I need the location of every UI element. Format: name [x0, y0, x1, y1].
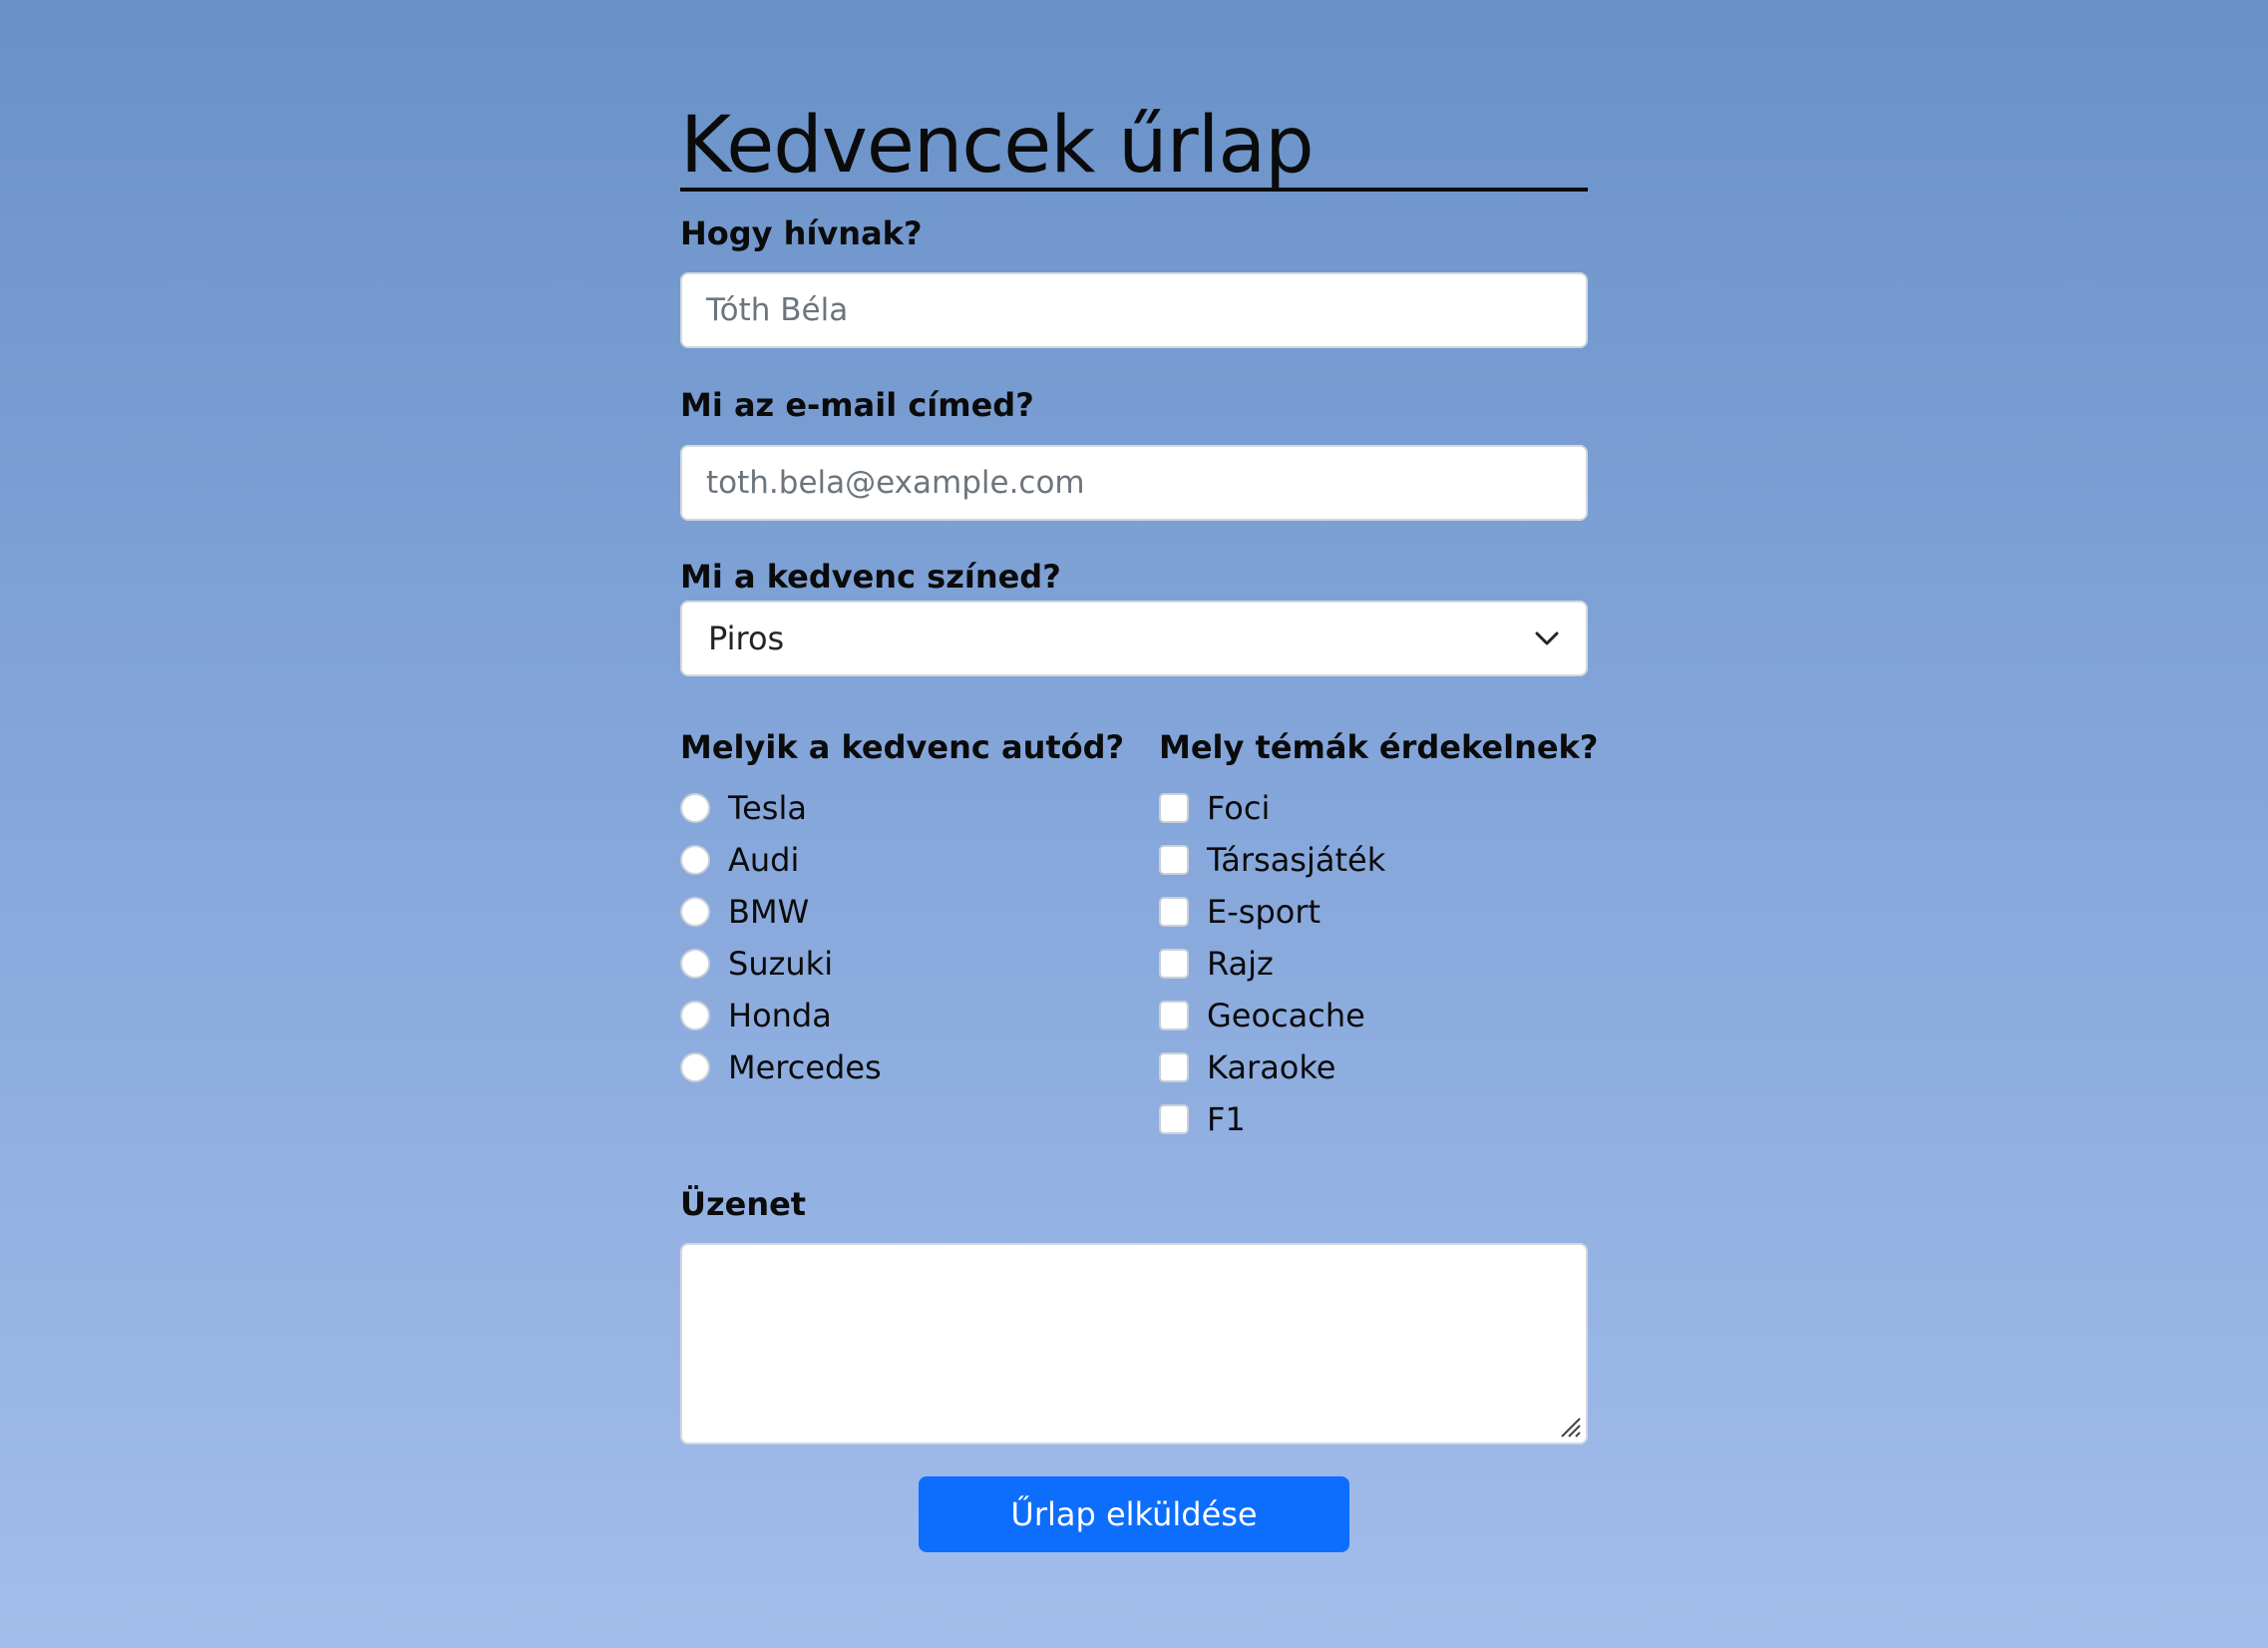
resize-handle-icon[interactable]: [1558, 1415, 1582, 1439]
message-textarea[interactable]: [680, 1243, 1588, 1444]
chevron-down-icon: [1534, 625, 1560, 651]
radio-button[interactable]: [680, 949, 710, 979]
submit-button[interactable]: Űrlap elküldése: [919, 1476, 1349, 1552]
name-input[interactable]: [680, 272, 1588, 348]
checkbox[interactable]: [1159, 949, 1189, 979]
name-label: Hogy hívnak?: [680, 214, 923, 252]
checkbox[interactable]: [1159, 1104, 1189, 1134]
checkbox[interactable]: [1159, 1052, 1189, 1082]
car-option-mercedes[interactable]: Mercedes: [680, 1041, 882, 1093]
car-option-label: Tesla: [728, 789, 807, 827]
topic-option-label: Társasjáték: [1207, 841, 1386, 879]
car-option-bmw[interactable]: BMW: [680, 886, 809, 938]
topic-option-e-sport[interactable]: E-sport: [1159, 886, 1321, 938]
topic-option-label: Foci: [1207, 789, 1271, 827]
topic-option-f1[interactable]: F1: [1159, 1093, 1246, 1145]
car-option-tesla[interactable]: Tesla: [680, 782, 807, 834]
color-label: Mi a kedvenc színed?: [680, 558, 1061, 596]
checkbox[interactable]: [1159, 1001, 1189, 1030]
car-option-honda[interactable]: Honda: [680, 990, 832, 1041]
color-select-value: Piros: [708, 619, 785, 657]
topic-option-geocache[interactable]: Geocache: [1159, 990, 1365, 1041]
car-option-label: Suzuki: [728, 945, 834, 983]
radio-button[interactable]: [680, 793, 710, 823]
checkbox[interactable]: [1159, 897, 1189, 927]
car-option-label: Mercedes: [728, 1048, 882, 1086]
car-option-label: Honda: [728, 997, 832, 1034]
checkbox[interactable]: [1159, 845, 1189, 875]
title-divider: [680, 188, 1588, 192]
topics-label: Mely témák érdekelnek?: [1159, 728, 1599, 766]
topic-option-foci[interactable]: Foci: [1159, 782, 1270, 834]
topic-option-label: Karaoke: [1207, 1048, 1336, 1086]
radio-button[interactable]: [680, 845, 710, 875]
car-option-label: BMW: [728, 893, 810, 931]
radio-button[interactable]: [680, 1052, 710, 1082]
message-label: Üzenet: [680, 1185, 807, 1223]
topic-option-label: Rajz: [1207, 945, 1274, 983]
car-option-audi[interactable]: Audi: [680, 834, 799, 886]
checkbox[interactable]: [1159, 793, 1189, 823]
topic-option-karaoke[interactable]: Karaoke: [1159, 1041, 1335, 1093]
radio-button[interactable]: [680, 1001, 710, 1030]
email-input[interactable]: [680, 445, 1588, 521]
email-label: Mi az e-mail címed?: [680, 386, 1034, 424]
color-select[interactable]: Piros: [680, 601, 1588, 676]
topic-option-label: Geocache: [1207, 997, 1365, 1034]
topic-option-label: F1: [1207, 1100, 1246, 1138]
radio-button[interactable]: [680, 897, 710, 927]
car-option-suzuki[interactable]: Suzuki: [680, 938, 833, 990]
car-label: Melyik a kedvenc autód?: [680, 728, 1125, 766]
topic-option-rajz[interactable]: Rajz: [1159, 938, 1274, 990]
topic-option-t-rsasj-t-k[interactable]: Társasjáték: [1159, 834, 1385, 886]
topic-option-label: E-sport: [1207, 893, 1322, 931]
page-title: Kedvencek űrlap: [680, 101, 1315, 191]
car-option-label: Audi: [728, 841, 800, 879]
